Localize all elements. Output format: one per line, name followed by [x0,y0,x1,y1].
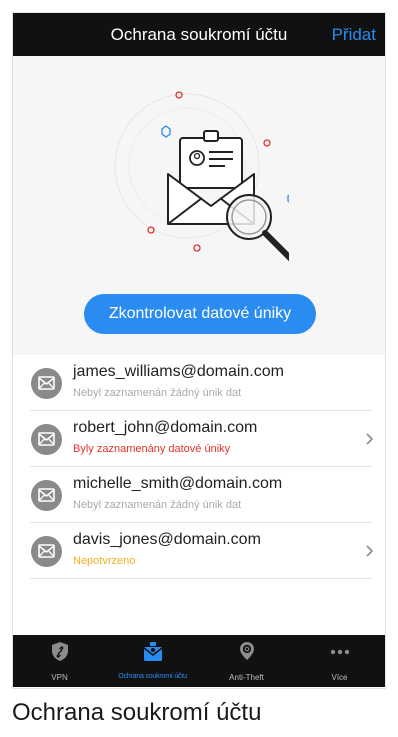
account-privacy-icon [143,642,162,661]
envelope-icon [38,432,55,446]
phone-screen: Ochrana soukromí účtu Přidat Zkontrolova… [12,12,386,689]
account-email: michelle_smith@domain.com [73,475,283,492]
envelope-icon [38,488,55,502]
tab-label: Ochrana soukromí účtu [118,673,187,680]
add-button[interactable]: Přidat [332,13,376,56]
avatar [31,536,62,567]
chevron-right-icon[interactable] [366,545,374,557]
tab-label: Anti-Theft [229,673,264,682]
chevron-right-icon[interactable] [366,433,374,445]
data-leak-illustration-icon [114,91,289,262]
avatar [31,424,62,455]
page-title: Ochrana soukromí účtu [110,25,288,44]
envelope-icon [38,376,55,390]
account-status: Byly zaznamenány datové úniky [73,443,231,455]
tab-bar: VPN Ochrana soukromí účtu Anti-Theft Víc… [13,635,385,687]
location-pin-icon [239,642,254,660]
avatar [31,480,62,511]
account-list: james_williams@domain.com Nebyl zaznamen… [13,355,385,579]
tab-label: VPN [51,673,68,682]
account-status: Nebyl zaznamenán žádný únik dat [73,387,242,399]
divider [30,578,372,579]
account-row[interactable]: davis_jones@domain.com Nepotvrzeno [13,523,385,579]
account-row[interactable]: robert_john@domain.com Byly zaznamenány … [13,411,385,467]
tab-anti-theft[interactable]: Anti-Theft [200,635,293,687]
tab-account-privacy[interactable]: Ochrana soukromí účtu [106,635,199,687]
account-row[interactable]: michelle_smith@domain.com Nebyl zaznamen… [13,467,385,523]
more-dots-icon [330,649,349,655]
account-row[interactable]: james_williams@domain.com Nebyl zaznamen… [13,355,385,411]
account-email: robert_john@domain.com [73,419,258,436]
account-email: james_williams@domain.com [73,363,284,380]
navigation-bar: Ochrana soukromí účtu Přidat [13,13,385,56]
tab-vpn[interactable]: VPN [13,635,106,687]
check-data-leaks-button[interactable]: Zkontrolovat datové úniky [84,294,316,334]
account-status: Nepotvrzeno [73,555,136,567]
screenshot-caption: Ochrana soukromí účtu [12,699,262,726]
tab-more[interactable]: Více [293,635,385,687]
account-status: Nebyl zaznamenán žádný únik dat [73,499,242,511]
account-email: davis_jones@domain.com [73,531,261,548]
hero-section: Zkontrolovat datové úniky [13,56,385,355]
avatar [31,368,62,399]
tab-label: Více [331,673,348,682]
vpn-shield-icon [51,642,68,661]
envelope-icon [38,544,55,558]
